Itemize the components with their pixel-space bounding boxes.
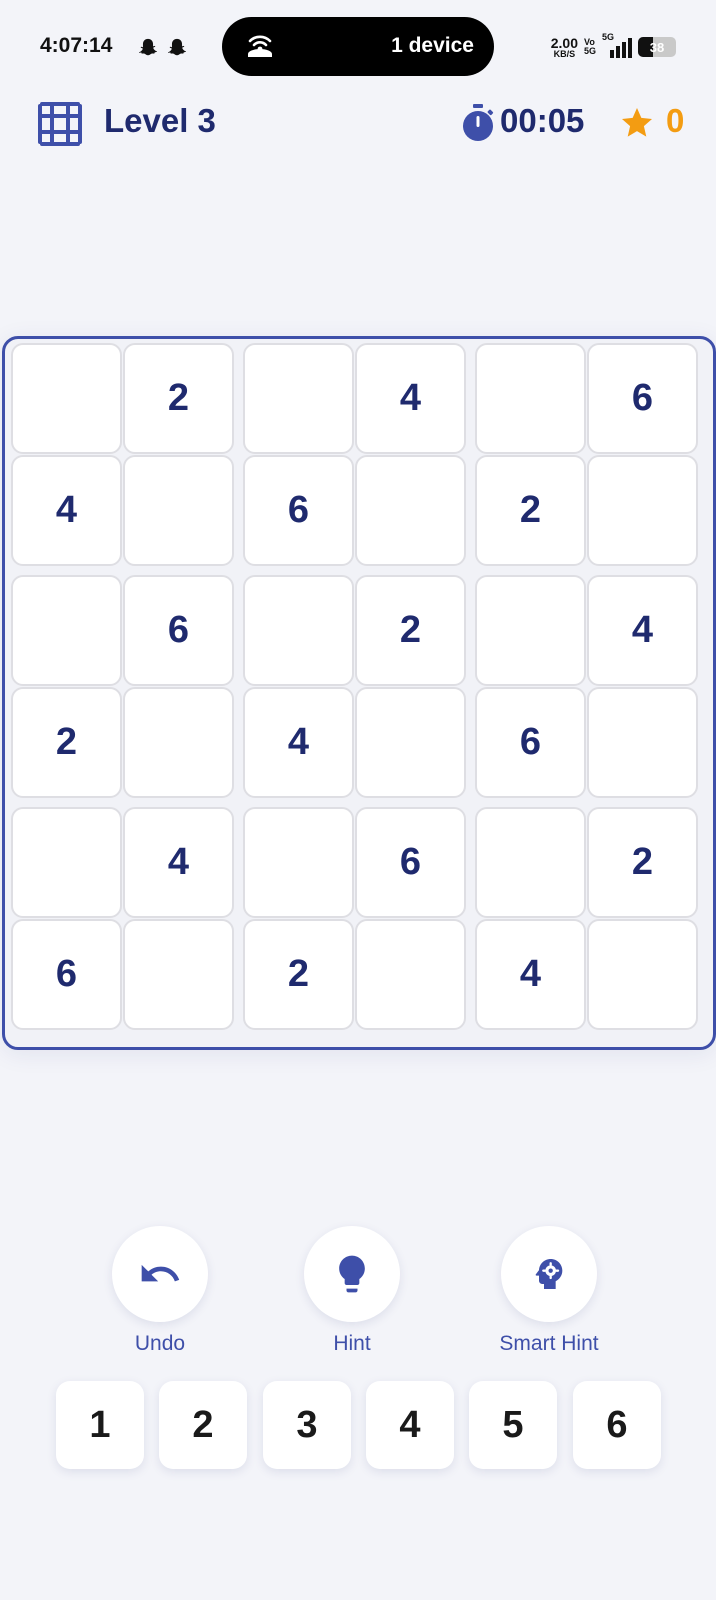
hint-button-circle[interactable]: [304, 1226, 400, 1322]
number-key-2[interactable]: 2: [159, 1381, 247, 1469]
stopwatch-icon: [463, 104, 494, 141]
hint-label: Hint: [333, 1332, 371, 1355]
board-cell-r6-c2[interactable]: [123, 919, 234, 1030]
undo-button-circle[interactable]: [112, 1226, 208, 1322]
game-header: Level 3 00:05 0: [0, 92, 716, 156]
battery-icon: 38: [638, 37, 676, 57]
number-key-3[interactable]: 3: [263, 1381, 351, 1469]
board-cell-r5-c2[interactable]: 4: [123, 807, 234, 918]
signal-icon: 5G: [602, 32, 632, 58]
snapchat-icon: [138, 38, 158, 56]
board-cell-r3-c3[interactable]: [243, 575, 354, 686]
number-key-4[interactable]: 4: [366, 1381, 454, 1469]
sudoku-board: 246462624246462624: [2, 336, 716, 1050]
undo-label: Undo: [134, 1332, 186, 1355]
board-cell-r3-c1[interactable]: [11, 575, 122, 686]
board-cell-r4-c3[interactable]: 4: [243, 687, 354, 798]
board-cell-r1-c4[interactable]: 4: [355, 343, 466, 454]
dynamic-island[interactable]: 1 device: [222, 17, 494, 76]
score: 0: [666, 102, 685, 139]
board-cell-r2-c3[interactable]: 6: [243, 455, 354, 566]
board-cell-r5-c1[interactable]: [11, 807, 122, 918]
board-cell-r3-c5[interactable]: [475, 575, 586, 686]
status-bar: 4:07:14 1 device 2.00 KB/S Vo 5G 5G 38: [0, 0, 716, 92]
board-cell-r2-c6[interactable]: [587, 455, 698, 566]
board-cell-r6-c6[interactable]: [587, 919, 698, 1030]
status-time: 4:07:14: [40, 34, 113, 57]
board-cell-r6-c4[interactable]: [355, 919, 466, 1030]
board-cell-r6-c5[interactable]: 4: [475, 919, 586, 1030]
hotspot-icon: [248, 35, 272, 57]
undo-button[interactable]: Undo: [85, 1226, 235, 1356]
hint-button[interactable]: Hint: [277, 1226, 427, 1356]
battery-level: 38: [649, 39, 665, 55]
board-cell-r2-c4[interactable]: [355, 455, 466, 566]
snapchat-icon: [167, 38, 187, 56]
smart-hint-label: Smart Hint: [499, 1332, 599, 1355]
board-cell-r1-c6[interactable]: 6: [587, 343, 698, 454]
timer: 00:05: [500, 102, 585, 139]
board-cell-r1-c1[interactable]: [11, 343, 122, 454]
board-cell-r4-c1[interactable]: 2: [11, 687, 122, 798]
psychology-icon: [535, 1259, 563, 1289]
board-cell-r3-c6[interactable]: 4: [587, 575, 698, 686]
board-cell-r6-c1[interactable]: 6: [11, 919, 122, 1030]
board-cell-r4-c4[interactable]: [355, 687, 466, 798]
number-key-1[interactable]: 1: [56, 1381, 144, 1469]
smart-hint-button-circle[interactable]: [501, 1226, 597, 1322]
board-cell-r5-c3[interactable]: [243, 807, 354, 918]
smart-hint-button[interactable]: Smart Hint: [474, 1226, 624, 1356]
undo-icon: [141, 1264, 180, 1282]
lightbulb-icon: [339, 1255, 365, 1293]
board-cell-r2-c1[interactable]: 4: [11, 455, 122, 566]
board-cell-r2-c2[interactable]: [123, 455, 234, 566]
board-cell-r3-c2[interactable]: 6: [123, 575, 234, 686]
board-cell-r6-c3[interactable]: 2: [243, 919, 354, 1030]
board-cell-r4-c6[interactable]: [587, 687, 698, 798]
board-cell-r3-c4[interactable]: 2: [355, 575, 466, 686]
board-cell-r4-c2[interactable]: [123, 687, 234, 798]
volte-indicator: Vo 5G: [583, 37, 596, 56]
board-cell-r5-c5[interactable]: [475, 807, 586, 918]
board-cell-r5-c4[interactable]: 6: [355, 807, 466, 918]
star-icon: [622, 108, 652, 137]
connected-devices-label: 1 device: [391, 34, 474, 57]
status-indicators: 2.00 KB/S Vo 5G 5G 38: [550, 32, 676, 60]
number-key-5[interactable]: 5: [469, 1381, 557, 1469]
number-key-6[interactable]: 6: [573, 1381, 661, 1469]
board-cell-r1-c3[interactable]: [243, 343, 354, 454]
board-cell-r1-c2[interactable]: 2: [123, 343, 234, 454]
board-cell-r4-c5[interactable]: 6: [475, 687, 586, 798]
level-title: Level 3: [104, 102, 216, 139]
board-cell-r2-c5[interactable]: 2: [475, 455, 586, 566]
network-speed: 2.00 KB/S: [550, 34, 578, 59]
grid-icon[interactable]: [36, 100, 84, 148]
board-cell-r5-c6[interactable]: 2: [587, 807, 698, 918]
board-cell-r1-c5[interactable]: [475, 343, 586, 454]
